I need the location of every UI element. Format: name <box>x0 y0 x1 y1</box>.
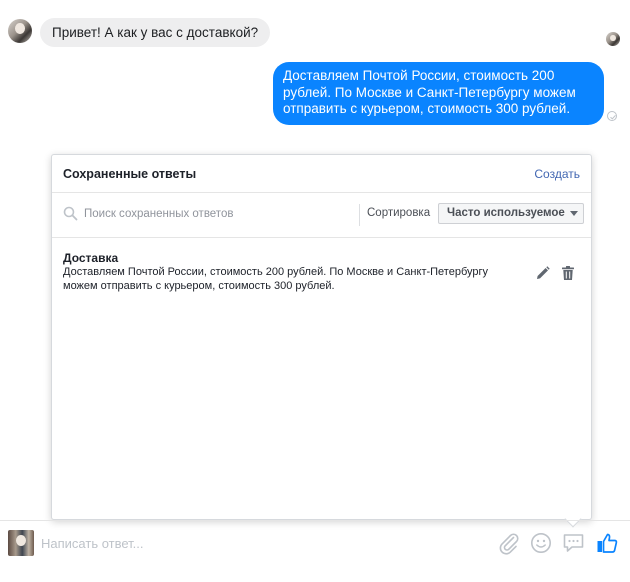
trash-icon[interactable] <box>561 265 575 286</box>
sort-label: Сортировка <box>367 207 431 219</box>
search-row: Сортировка Часто используемое <box>52 193 591 238</box>
user-avatar <box>8 530 34 556</box>
read-receipt-avatar <box>606 32 620 46</box>
chat-bubble-icon[interactable] <box>562 532 585 559</box>
incoming-message: Привет! А как у вас с доставкой? <box>40 18 271 47</box>
contact-avatar[interactable] <box>8 19 32 43</box>
emoji-icon[interactable] <box>530 532 552 559</box>
saved-reply-text: Доставляем Почтой России, стоимость 200 … <box>63 266 489 292</box>
create-reply-button[interactable]: Создать <box>534 167 580 181</box>
panel-title: Сохраненные ответы <box>63 167 197 181</box>
search-input[interactable] <box>84 204 354 224</box>
outgoing-message: Доставляем Почтой России, стоимость 200 … <box>273 62 604 125</box>
caret-down-icon <box>570 211 578 216</box>
paperclip-icon[interactable] <box>497 531 521 560</box>
panel-header: Сохраненные ответы Создать <box>52 155 591 193</box>
pencil-icon[interactable] <box>535 265 551 286</box>
saved-replies-panel: Сохраненные ответы Создать Сортировка Ча… <box>51 154 592 520</box>
saved-reply-item[interactable]: Доставка Доставляем Почтой России, стоим… <box>63 251 583 295</box>
message-input[interactable] <box>41 533 371 553</box>
sort-dropdown[interactable]: Часто используемое <box>438 203 584 224</box>
thumbs-up-icon[interactable] <box>595 531 619 560</box>
saved-reply-title: Доставка <box>63 251 119 265</box>
search-icon <box>63 206 78 226</box>
sent-check-icon <box>607 111 617 121</box>
composer-divider <box>0 520 630 521</box>
sort-value: Часто используемое <box>447 207 565 219</box>
divider <box>359 204 360 226</box>
